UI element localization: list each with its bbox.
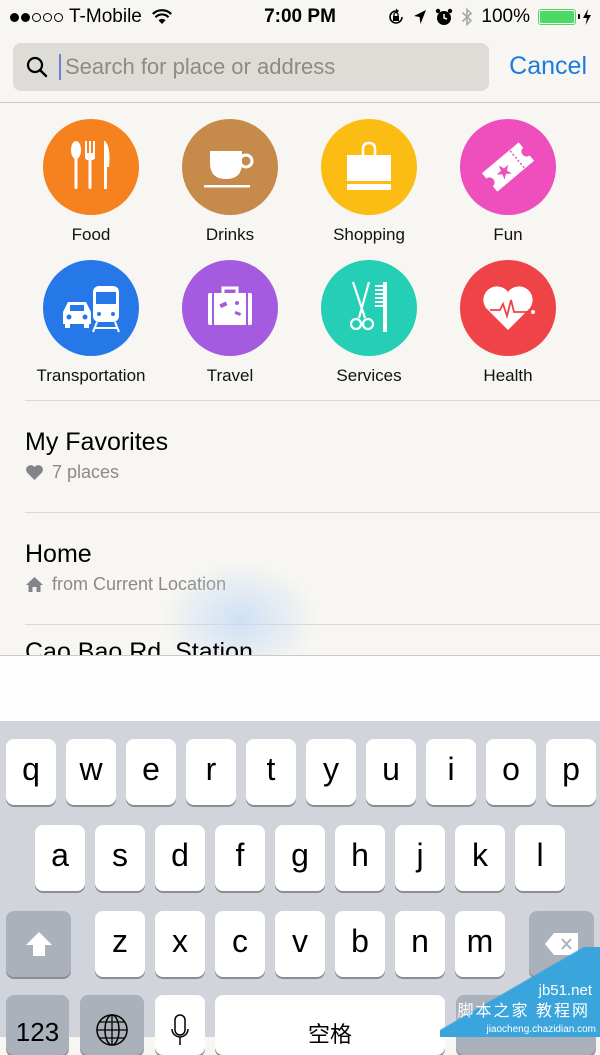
category-label: Fun: [493, 225, 523, 244]
key-i[interactable]: i: [426, 739, 476, 805]
house-icon: [26, 577, 43, 592]
category-label: Health: [483, 366, 533, 385]
key-y[interactable]: y: [306, 739, 356, 805]
category-icon-circle: [182, 260, 278, 356]
numbers-key[interactable]: 123: [6, 995, 69, 1055]
search-input[interactable]: [63, 53, 467, 81]
category-label: Food: [71, 225, 111, 244]
watermark-text: 脚本之家 教程网: [457, 1003, 590, 1020]
key-v[interactable]: v: [275, 911, 325, 977]
key-n[interactable]: n: [395, 911, 445, 977]
category-icon-circle: [182, 119, 278, 215]
category-icon-circle: [460, 260, 556, 356]
key-d[interactable]: d: [155, 825, 205, 891]
charging-bolt-icon: [583, 9, 591, 25]
shift-icon: [25, 932, 52, 956]
location-arrow-icon: [414, 10, 427, 24]
list-item-subtitle: 7 places: [52, 462, 120, 482]
list-item-title: Cao Bao Rd. Station: [25, 638, 253, 655]
key-t[interactable]: t: [246, 739, 296, 805]
search-field[interactable]: [13, 43, 489, 91]
key-o[interactable]: o: [486, 739, 536, 805]
list-item-station[interactable]: Cao Bao Rd. Station: [25, 638, 600, 655]
battery-percent: 100%: [481, 6, 530, 27]
car-train-icon: [63, 286, 120, 333]
text-cursor: [59, 54, 61, 80]
globe-key[interactable]: [80, 995, 144, 1055]
category-icon-circle: [321, 119, 417, 215]
category-drinks[interactable]: Drinks: [160, 119, 300, 245]
category-services[interactable]: Services: [299, 260, 439, 386]
shift-key[interactable]: [6, 911, 71, 977]
key-u[interactable]: u: [366, 739, 416, 805]
watermark: jb51.net 脚本之家 教程网 jiaocheng.chazidian.co…: [440, 947, 600, 1037]
key-a[interactable]: a: [35, 825, 85, 891]
key-f[interactable]: f: [215, 825, 265, 891]
key-x[interactable]: x: [155, 911, 205, 977]
microphone-icon: [171, 1014, 189, 1045]
alarm-icon: [436, 8, 453, 25]
suitcase-icon: [208, 286, 252, 325]
key-p[interactable]: p: [546, 739, 596, 805]
category-label: Shopping: [333, 225, 405, 244]
key-z[interactable]: z: [95, 911, 145, 977]
search-bar: Cancel: [0, 34, 600, 102]
divider: [25, 512, 600, 513]
category-transportation[interactable]: Transportation: [21, 260, 161, 386]
key-c[interactable]: c: [215, 911, 265, 977]
cancel-button[interactable]: Cancel: [509, 52, 587, 81]
coffee-cup-icon: [204, 151, 254, 188]
category-label: Transportation: [36, 366, 146, 385]
category-health[interactable]: Health: [438, 260, 578, 386]
ticket-icon: [481, 142, 535, 192]
dictation-key[interactable]: [155, 995, 205, 1055]
scissors-comb-icon: [349, 281, 387, 332]
category-label: Travel: [206, 366, 254, 385]
list-item-my-favorites[interactable]: My Favorites 7 places: [25, 428, 600, 483]
key-b[interactable]: b: [335, 911, 385, 977]
key-w[interactable]: w: [66, 739, 116, 805]
divider: [25, 400, 600, 401]
utensils-icon: [71, 141, 110, 189]
divider: [0, 102, 600, 103]
category-icon-circle: [460, 119, 556, 215]
category-icon-circle: [321, 260, 417, 356]
key-s[interactable]: s: [95, 825, 145, 891]
watermark-text: jiaocheng.chazidian.com: [486, 1024, 596, 1035]
status-bar: T-Mobile 7:00 PM 100%: [0, 0, 600, 34]
rotation-lock-icon: [389, 8, 404, 24]
space-key[interactable]: 空格: [215, 995, 445, 1055]
key-e[interactable]: e: [126, 739, 176, 805]
key-l[interactable]: l: [515, 825, 565, 891]
category-food[interactable]: Food: [21, 119, 161, 245]
key-r[interactable]: r: [186, 739, 236, 805]
bluetooth-icon: [462, 7, 473, 27]
search-icon: [26, 56, 48, 78]
battery-icon: [538, 9, 580, 25]
key-q[interactable]: q: [6, 739, 56, 805]
category-icon-circle: [43, 260, 139, 356]
keyboard-suggestion-bar: [0, 655, 600, 722]
heart-icon: [26, 465, 43, 480]
heart-pulse-icon: [483, 286, 535, 330]
category-travel[interactable]: Travel: [160, 260, 300, 386]
globe-icon: [96, 1014, 128, 1046]
category-label: Drinks: [205, 225, 255, 244]
key-h[interactable]: h: [335, 825, 385, 891]
shopping-bag-icon: [347, 141, 391, 190]
category-fun[interactable]: Fun: [438, 119, 578, 245]
key-j[interactable]: j: [395, 825, 445, 891]
list-item-title: My Favorites: [25, 428, 169, 456]
category-shopping[interactable]: Shopping: [299, 119, 439, 245]
key-k[interactable]: k: [455, 825, 505, 891]
key-g[interactable]: g: [275, 825, 325, 891]
category-label: Services: [336, 366, 402, 385]
category-icon-circle: [43, 119, 139, 215]
